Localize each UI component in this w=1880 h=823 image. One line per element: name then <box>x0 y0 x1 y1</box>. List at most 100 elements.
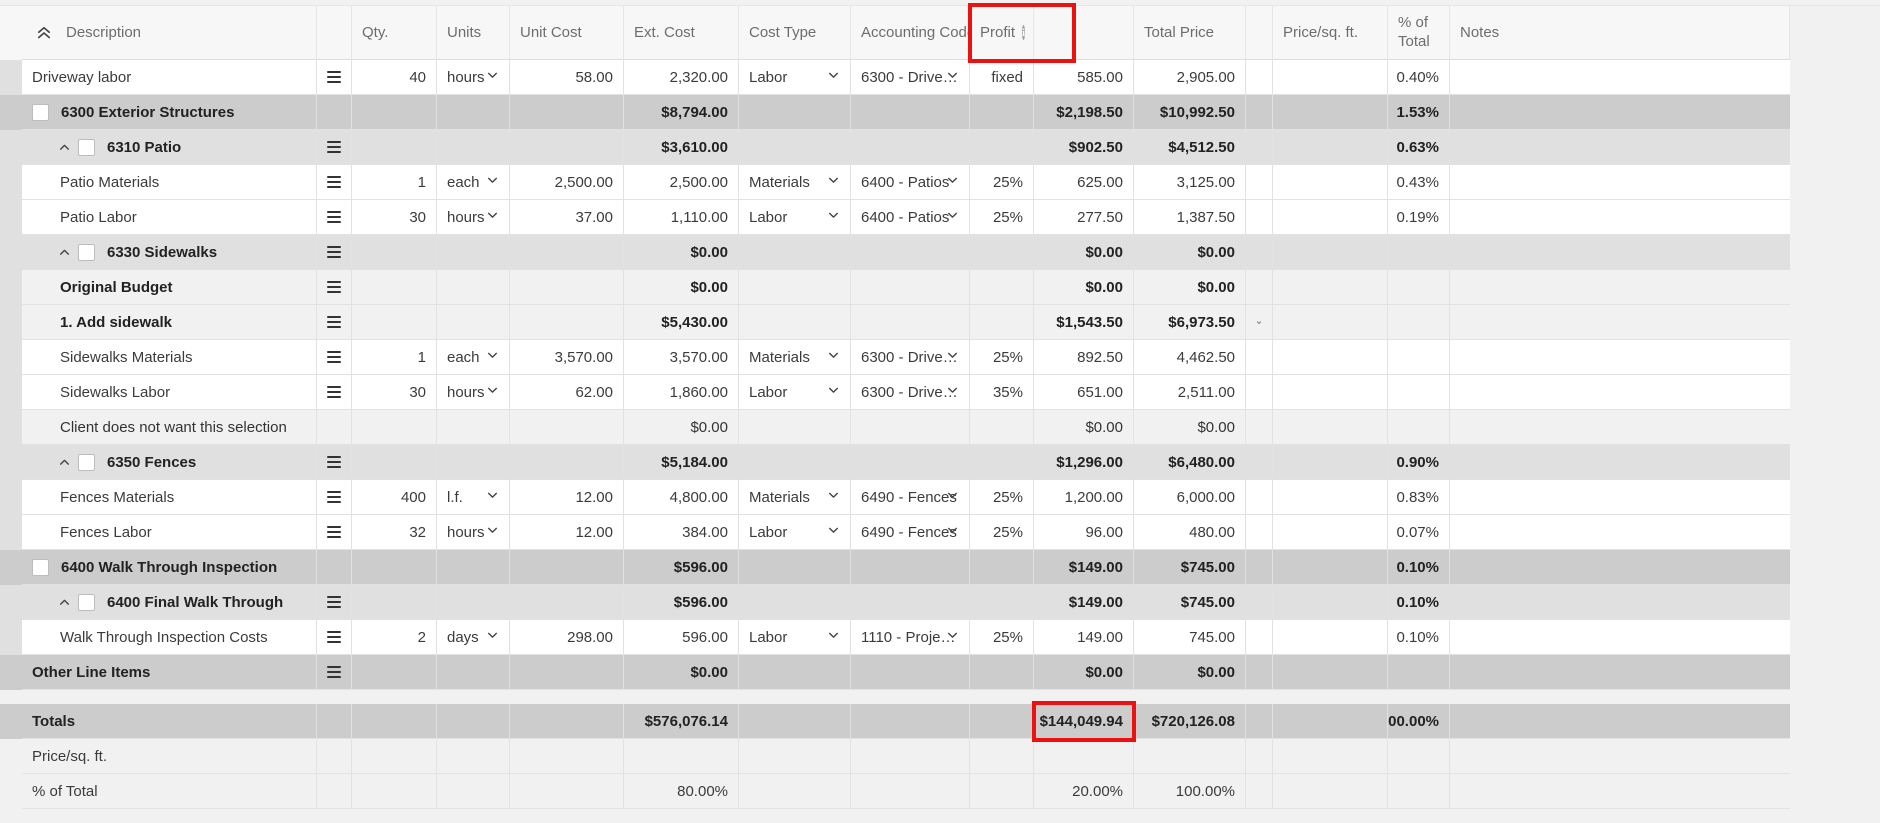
group-6330-sidewalks-qty[interactable] <box>352 235 437 270</box>
group-6330-sidewalks-notes[interactable] <box>1450 235 1790 270</box>
hamburger-menu-icon[interactable] <box>327 526 341 538</box>
group-6330-sidewalks-unit-cost[interactable] <box>510 235 624 270</box>
group-6300-exterior-structures-price-sq-ft[interactable] <box>1273 95 1388 130</box>
other-line-items-profit-pct[interactable] <box>970 655 1034 690</box>
patio-materials-accounting-code-select[interactable]: 6300 - Driveways6400 - Patios6490 - Fenc… <box>861 165 959 199</box>
sidewalks-materials-unit-cost[interactable]: 3,570.00 <box>510 340 624 375</box>
driveway-labor-notes[interactable] <box>1450 60 1790 95</box>
original-budget-accounting-code[interactable] <box>851 270 970 305</box>
other-line-items-notes[interactable] <box>1450 655 1790 690</box>
fences-materials-price-sq-ft[interactable] <box>1273 480 1388 515</box>
column-header-total-price[interactable]: Total Price <box>1134 6 1246 60</box>
patio-labor-accounting-code-select[interactable]: 6300 - Driveways6400 - Patios6490 - Fenc… <box>861 200 959 234</box>
walk-through-inspection-costs-cost-type[interactable]: LaborMaterials <box>739 620 851 655</box>
patio-materials-notes[interactable] <box>1450 165 1790 200</box>
group-6350-fences-collapse-chevron-up-icon[interactable] <box>54 456 74 469</box>
sidewalks-labor-unit-cost[interactable]: 62.00 <box>510 375 624 410</box>
other-line-items-accounting-code[interactable] <box>851 655 970 690</box>
other-line-items-qty[interactable] <box>352 655 437 690</box>
sidewalks-materials-price-sq-ft[interactable] <box>1273 340 1388 375</box>
fences-labor-row-menu-cell[interactable] <box>317 515 352 550</box>
group-6400-walk-through-inspection-notes[interactable] <box>1450 550 1790 585</box>
sidewalks-labor-accounting-code-select[interactable]: 6300 - Driveways6400 - Patios6490 - Fenc… <box>861 375 959 409</box>
group-6330-sidewalks-description-cell[interactable]: 6330 Sidewalks <box>22 235 317 270</box>
hamburger-menu-icon[interactable] <box>327 141 341 153</box>
walk-through-inspection-costs-description-cell[interactable]: Walk Through Inspection Costs <box>22 620 317 655</box>
group-6330-sidewalks-units[interactable] <box>437 235 510 270</box>
client-does-not-want-selection-qty[interactable] <box>352 410 437 445</box>
group-6310-patio-notes[interactable] <box>1450 130 1790 165</box>
walk-through-inspection-costs-row-menu-cell[interactable] <box>317 620 352 655</box>
group-6330-sidewalks-cost-type[interactable] <box>739 235 851 270</box>
patio-materials-units-select[interactable]: eachhoursdaysl.f. <box>447 165 499 199</box>
group-6400-final-walk-through-units[interactable] <box>437 585 510 620</box>
group-6350-fences-price-sq-ft[interactable] <box>1273 445 1388 480</box>
group-6310-patio-unit-cost[interactable] <box>510 130 624 165</box>
fences-materials-cost-type[interactable]: LaborMaterials <box>739 480 851 515</box>
walk-through-inspection-costs-price-sq-ft[interactable] <box>1273 620 1388 655</box>
hamburger-menu-icon[interactable] <box>327 351 341 363</box>
driveway-labor-accounting-code[interactable]: 6300 - Driveways6400 - Patios6490 - Fenc… <box>851 60 970 95</box>
client-does-not-want-selection-profit-pct[interactable] <box>970 410 1034 445</box>
column-header-unit-cost[interactable]: Unit Cost <box>510 6 624 60</box>
hamburger-menu-icon[interactable] <box>327 281 341 293</box>
patio-labor-cost-type-select[interactable]: LaborMaterials <box>749 200 840 234</box>
client-does-not-want-selection-units[interactable] <box>437 410 510 445</box>
group-6300-exterior-structures-units[interactable] <box>437 95 510 130</box>
add-sidewalk-option-chevron-down-icon[interactable] <box>1256 316 1262 329</box>
group-6350-fences-unit-cost[interactable] <box>510 445 624 480</box>
sidewalks-materials-accounting-code[interactable]: 6300 - Driveways6400 - Patios6490 - Fenc… <box>851 340 970 375</box>
group-6400-final-walk-through-description-cell[interactable]: 6400 Final Walk Through <box>22 585 317 620</box>
column-header-accounting-code[interactable]: Accounting Code <box>851 6 970 60</box>
patio-materials-profit-pct[interactable]: 25% <box>970 165 1034 200</box>
patio-labor-units[interactable]: eachhoursdaysl.f. <box>437 200 510 235</box>
group-6400-walk-through-inspection-accounting-code[interactable] <box>851 550 970 585</box>
other-line-items-units[interactable] <box>437 655 510 690</box>
group-6400-final-walk-through-unit-cost[interactable] <box>510 585 624 620</box>
fences-labor-profit-pct[interactable]: 25% <box>970 515 1034 550</box>
group-6310-patio-description-cell[interactable]: 6310 Patio <box>22 130 317 165</box>
fences-labor-qty[interactable]: 32 <box>352 515 437 550</box>
sidewalks-labor-qty[interactable]: 30 <box>352 375 437 410</box>
group-6350-fences-notes[interactable] <box>1450 445 1790 480</box>
sidewalks-labor-units[interactable]: eachhoursdaysl.f. <box>437 375 510 410</box>
column-header-ext-cost[interactable]: Ext. Cost <box>624 6 739 60</box>
other-line-items-unit-cost[interactable] <box>510 655 624 690</box>
hamburger-menu-icon[interactable] <box>327 666 341 678</box>
sidewalks-labor-notes[interactable] <box>1450 375 1790 410</box>
group-6330-sidewalks-accounting-code[interactable] <box>851 235 970 270</box>
original-budget-units[interactable] <box>437 270 510 305</box>
sidewalks-materials-cost-type[interactable]: LaborMaterials <box>739 340 851 375</box>
group-6400-walk-through-inspection-cost-type[interactable] <box>739 550 851 585</box>
sidewalks-materials-units-select[interactable]: eachhoursdaysl.f. <box>447 340 499 374</box>
fences-materials-accounting-code[interactable]: 6300 - Driveways6400 - Patios6490 - Fenc… <box>851 480 970 515</box>
add-sidewalk-option-notes[interactable] <box>1450 305 1790 340</box>
hamburger-menu-icon[interactable] <box>327 491 341 503</box>
sidewalks-labor-cost-type-select[interactable]: LaborMaterials <box>749 375 840 409</box>
driveway-labor-price-sq-ft[interactable] <box>1273 60 1388 95</box>
hamburger-menu-icon[interactable] <box>327 456 341 468</box>
sidewalks-materials-description-cell[interactable]: Sidewalks Materials <box>22 340 317 375</box>
column-header-notes[interactable]: Notes <box>1450 6 1790 60</box>
hamburger-menu-icon[interactable] <box>327 631 341 643</box>
original-budget-description-cell[interactable]: Original Budget <box>22 270 317 305</box>
group-6310-patio-accounting-code[interactable] <box>851 130 970 165</box>
hamburger-menu-icon[interactable] <box>327 316 341 328</box>
sidewalks-labor-price-sq-ft[interactable] <box>1273 375 1388 410</box>
group-6400-walk-through-inspection-units[interactable] <box>437 550 510 585</box>
group-6400-walk-through-inspection-qty[interactable] <box>352 550 437 585</box>
driveway-labor-units-select[interactable]: eachhoursdaysl.f. <box>447 60 499 94</box>
add-sidewalk-option-accounting-code[interactable] <box>851 305 970 340</box>
group-6300-exterior-structures-notes[interactable] <box>1450 95 1790 130</box>
sidewalks-labor-row-menu-cell[interactable] <box>317 375 352 410</box>
patio-labor-row-menu-cell[interactable] <box>317 200 352 235</box>
fences-materials-description-cell[interactable]: Fences Materials <box>22 480 317 515</box>
fences-materials-row-menu-cell[interactable] <box>317 480 352 515</box>
column-header-description[interactable]: Description <box>22 6 317 60</box>
group-6310-patio-collapse-chevron-up-icon[interactable] <box>54 141 74 154</box>
walk-through-inspection-costs-cost-type-select[interactable]: LaborMaterials <box>749 620 840 654</box>
sidewalks-materials-qty[interactable]: 1 <box>352 340 437 375</box>
walk-through-inspection-costs-units-select[interactable]: eachhoursdaysl.f. <box>447 620 499 654</box>
column-header-cost-type[interactable]: Cost Type <box>739 6 851 60</box>
sidewalks-materials-row-menu-cell[interactable] <box>317 340 352 375</box>
